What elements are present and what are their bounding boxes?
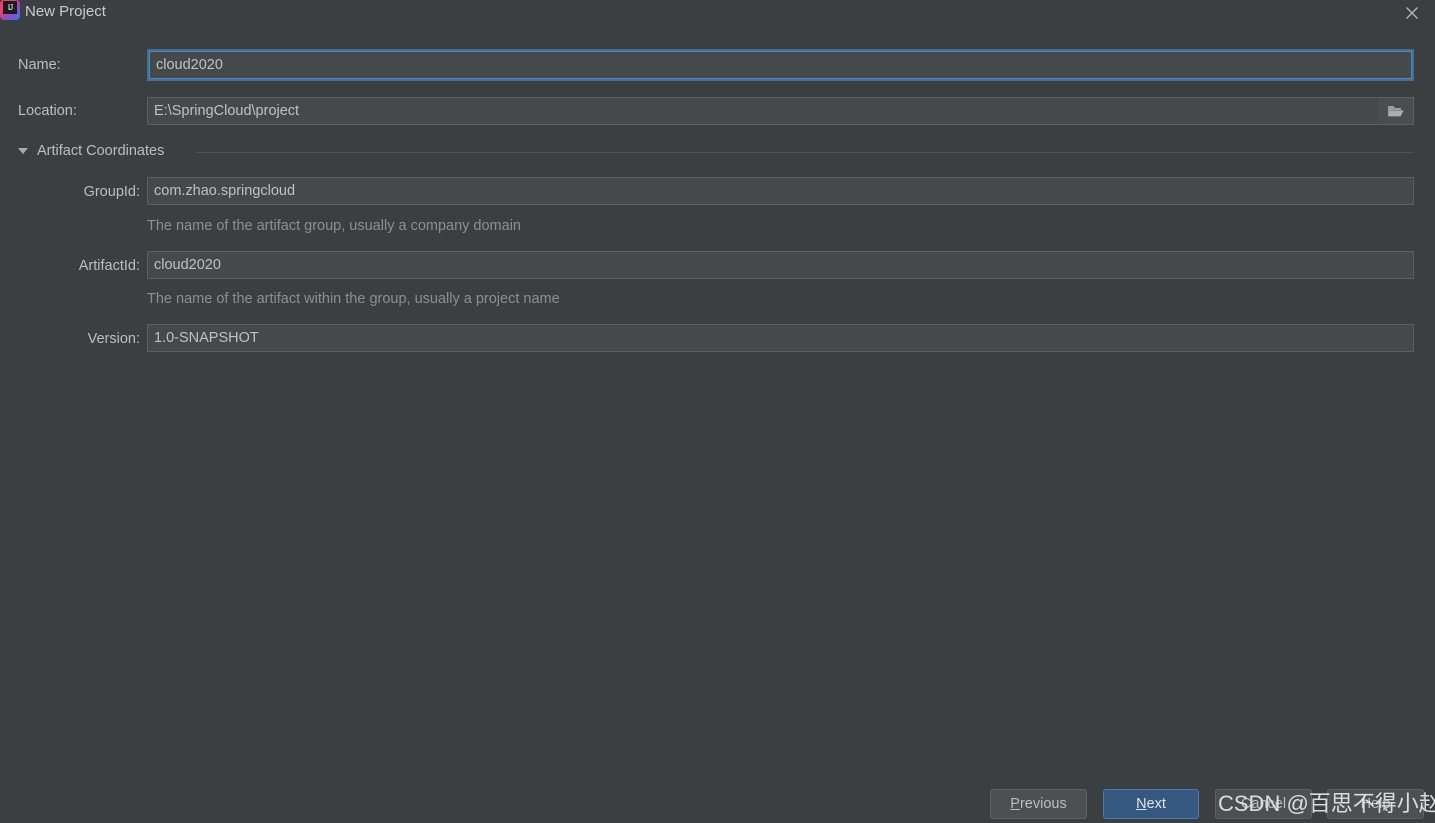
previous-button[interactable]: Previous (990, 789, 1087, 819)
next-button-label: ext (1147, 796, 1166, 812)
previous-button-mnemonic: P (1010, 796, 1020, 812)
artifact-coordinates-toggle[interactable]: Artifact Coordinates (18, 141, 164, 161)
next-button[interactable]: Next (1103, 789, 1199, 819)
location-label: Location: (18, 101, 77, 121)
chevron-down-icon (18, 148, 28, 154)
name-label: Name: (18, 55, 61, 75)
artifactid-input[interactable]: cloud2020 (147, 251, 1414, 279)
intellij-idea-icon-glyph: IJ (3, 1, 17, 14)
location-browse-button[interactable] (1378, 97, 1414, 125)
folder-icon (1387, 104, 1405, 118)
help-button[interactable]: Help (1327, 789, 1424, 819)
artifact-coordinates-title: Artifact Coordinates (37, 143, 164, 159)
artifactid-hint: The name of the artifact within the grou… (147, 290, 560, 308)
intellij-idea-icon: IJ (0, 0, 20, 20)
groupid-input[interactable]: com.zhao.springcloud (147, 177, 1414, 205)
artifactid-label: ArtifactId: (14, 256, 140, 276)
groupid-hint: The name of the artifact group, usually … (147, 217, 521, 235)
close-icon (1405, 6, 1419, 20)
artifact-coordinates-divider (196, 152, 1414, 153)
version-label: Version: (14, 329, 140, 349)
close-button[interactable] (1389, 0, 1435, 26)
groupid-label: GroupId: (14, 182, 140, 202)
cancel-button[interactable]: Cancel (1215, 789, 1312, 819)
window-title: New Project (25, 2, 106, 22)
version-input[interactable]: 1.0-SNAPSHOT (147, 324, 1414, 352)
previous-button-label: revious (1020, 796, 1067, 812)
location-input[interactable]: E:\SpringCloud\project (147, 97, 1414, 125)
name-input[interactable]: cloud2020 (147, 49, 1414, 81)
window-titlebar: IJ New Project (0, 0, 1435, 26)
next-button-mnemonic: N (1136, 796, 1146, 812)
